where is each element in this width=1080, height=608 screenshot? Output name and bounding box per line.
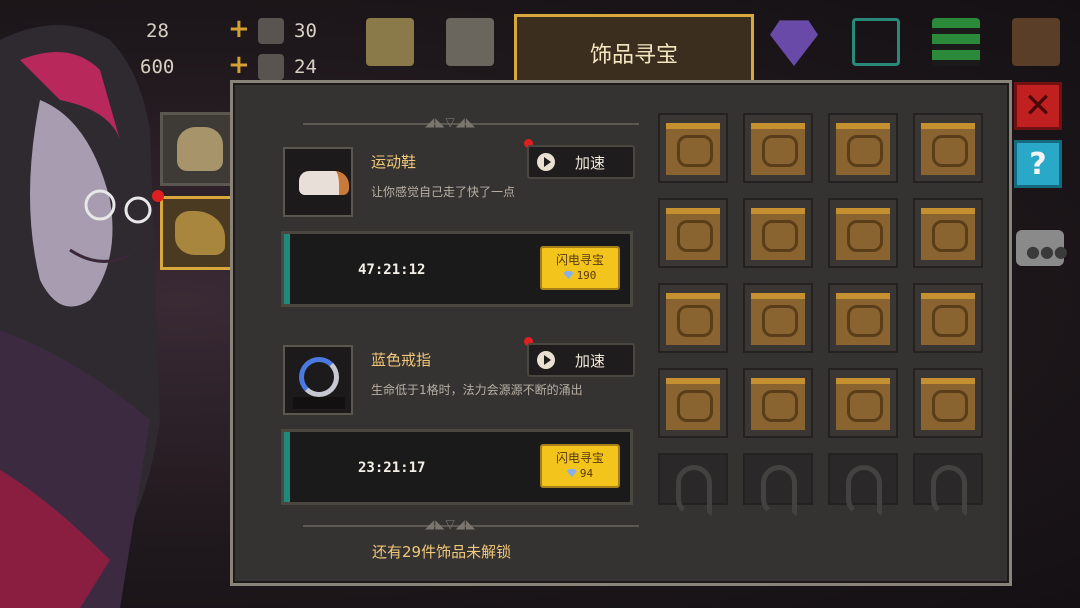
character-icon[interactable] [366, 18, 414, 66]
item-2-speed-button[interactable]: 加速 [527, 343, 635, 377]
accessory-silhouette-icon [677, 220, 713, 252]
item-2-icon-frame [283, 345, 353, 415]
item-1-speed-label: 加速 [575, 153, 606, 172]
unknown-icon [676, 465, 712, 517]
item-1-timer: 47:21:12 [358, 262, 426, 278]
bottom-ornament: ◢◣▽◢◣ [425, 517, 477, 531]
add-material2-icon[interactable]: + [228, 50, 250, 80]
accessory-slot[interactable] [913, 113, 983, 183]
item-2-timer-box: 23:21:17 闪电寻宝 94 [281, 429, 633, 505]
material1-icon [258, 18, 284, 44]
accessory-slot[interactable] [743, 113, 813, 183]
menu-icon[interactable] [932, 18, 980, 66]
ring-icon [299, 357, 339, 397]
item-1-speed-button[interactable]: 加速 [527, 145, 635, 179]
gems-count: 28 [146, 20, 169, 42]
tab-treasure[interactable] [160, 196, 238, 270]
item-2-timer: 23:21:17 [358, 460, 426, 476]
treasure-icon [175, 211, 225, 255]
help-icon: ? [1029, 146, 1047, 182]
item-1-name: 运动鞋 [371, 153, 417, 171]
material1-count: 30 [294, 20, 317, 42]
help-button[interactable]: ? [1014, 140, 1062, 188]
accessory-slot[interactable] [743, 368, 813, 438]
cart-icon[interactable] [852, 18, 900, 66]
accessory-slot[interactable] [913, 283, 983, 353]
accessory-silhouette-icon [762, 390, 798, 422]
accessory-silhouette-icon [677, 135, 713, 167]
exit-icon[interactable] [1012, 18, 1060, 66]
item-2-name: 蓝色戒指 [371, 351, 432, 369]
accessory-slot[interactable] [828, 283, 898, 353]
accessory-slot[interactable] [658, 198, 728, 268]
accessory-slot[interactable] [658, 283, 728, 353]
locked-slot[interactable] [743, 453, 813, 517]
tab-notification-dot [152, 190, 164, 202]
accessory-silhouette-icon [762, 220, 798, 252]
item-2-desc: 生命低于1格时，法力会源源不断的涌出 [371, 383, 583, 397]
panel-title-tab: 饰品寻宝 [514, 14, 754, 84]
accessory-silhouette-icon [677, 305, 713, 337]
accessory-slot[interactable] [743, 198, 813, 268]
accessory-slot[interactable] [913, 368, 983, 438]
chat-icon: ●●● [1026, 242, 1068, 261]
camera-icon[interactable] [446, 18, 494, 66]
item-2-cost: 94 [579, 467, 594, 480]
item-1-desc: 让你感觉自己走了快了一点 [371, 185, 516, 199]
accessory-silhouette-icon [762, 305, 798, 337]
accessory-slot[interactable] [658, 113, 728, 183]
item-1-icon-frame [283, 147, 353, 217]
gem-icon [566, 469, 577, 477]
item-1-flash-button[interactable]: 闪电寻宝 190 [540, 246, 620, 290]
accessory-silhouette-icon [847, 390, 883, 422]
accessory-silhouette-icon [932, 220, 968, 252]
item-1-flash-label: 闪电寻宝 [555, 253, 604, 267]
close-button[interactable]: ✕ [1014, 82, 1062, 130]
item-2-progress-bar [284, 432, 290, 502]
item-1-progress-bar [284, 234, 290, 304]
accessory-silhouette-icon [932, 390, 968, 422]
item-2-speed-label: 加速 [575, 351, 606, 370]
treasure-panel: ◢◣▽◢◣ 运动鞋 让你感觉自己走了快了一点 加速 47:21:12 闪电寻宝 … [230, 80, 1012, 586]
material2-icon [258, 54, 284, 80]
top-ornament: ◢◣▽◢◣ [425, 115, 477, 129]
item-1-cost: 190 [576, 269, 597, 282]
accessory-silhouette-icon [932, 135, 968, 167]
sneaker-icon [299, 171, 349, 195]
accessory-silhouette-icon [847, 135, 883, 167]
accessory-silhouette-icon [932, 305, 968, 337]
panel-title: 饰品寻宝 [589, 43, 678, 68]
add-material1-icon[interactable]: + [228, 14, 250, 44]
close-icon: ✕ [1023, 86, 1053, 126]
item-1-timer-box: 47:21:12 闪电寻宝 190 [281, 231, 633, 307]
tab-backpack[interactable] [160, 112, 238, 186]
accessory-silhouette-icon [677, 390, 713, 422]
play-icon [537, 351, 555, 369]
accessory-slot[interactable] [743, 283, 813, 353]
accessory-slot[interactable] [828, 113, 898, 183]
backpack-icon [177, 127, 223, 171]
locked-slot[interactable] [828, 453, 898, 517]
play-icon [537, 153, 555, 171]
unknown-icon [931, 465, 967, 517]
ring-stand [293, 397, 345, 409]
accessory-silhouette-icon [847, 220, 883, 252]
accessory-slot[interactable] [828, 368, 898, 438]
accessory-silhouette-icon [762, 135, 798, 167]
item-2-flash-label: 闪电寻宝 [555, 451, 604, 465]
accessory-slot[interactable] [828, 198, 898, 268]
locked-slot[interactable] [913, 453, 983, 517]
material2-count: 24 [294, 56, 317, 78]
chat-button[interactable]: ●●● [1016, 230, 1068, 266]
coins-count: 600 [140, 56, 175, 78]
item-2-flash-button[interactable]: 闪电寻宝 94 [540, 444, 620, 488]
accessory-silhouette-icon [847, 305, 883, 337]
unknown-icon [846, 465, 882, 517]
unknown-icon [761, 465, 797, 517]
gem-icon [563, 271, 574, 279]
accessory-slot[interactable] [913, 198, 983, 268]
locked-slot[interactable] [658, 453, 728, 517]
accessory-slot[interactable] [658, 368, 728, 438]
locked-count-text: 还有29件饰品未解锁 [372, 543, 512, 561]
